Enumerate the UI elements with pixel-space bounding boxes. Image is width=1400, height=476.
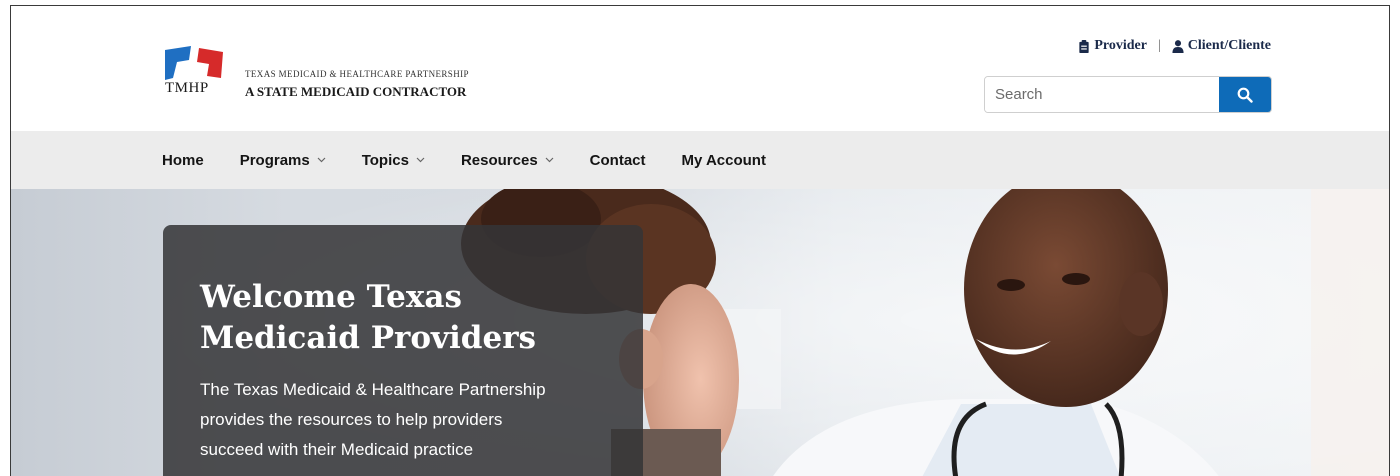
nav-item-label: Home [162, 151, 204, 169]
nav-item-programs[interactable]: Programs [240, 152, 326, 169]
provider-link-label: Provider [1094, 38, 1147, 53]
client-link[interactable]: Client/Cliente [1172, 38, 1271, 54]
hero-description: The Texas Medicaid & Healthcare Partners… [200, 375, 607, 465]
logo-abbreviation: TMHP [165, 80, 209, 96]
person-icon [1172, 39, 1184, 53]
search-input[interactable] [985, 77, 1219, 112]
search-icon [1237, 87, 1253, 103]
chevron-down-icon [545, 157, 554, 163]
tmhp-logo[interactable]: TMHP Texas Medicaid & Healthcare Partner… [163, 44, 533, 104]
hero-card: Welcome Texas Medicaid Providers The Tex… [163, 225, 643, 476]
client-link-label: Client/Cliente [1187, 38, 1271, 53]
hero-description-line: succeed with their Medicaid practice [200, 440, 474, 459]
nav-item-my-account[interactable]: My Account [682, 152, 766, 169]
clipboard-icon [1079, 39, 1089, 53]
main-nav: Home Programs Topics Resources Contact M… [11, 131, 1389, 189]
utility-links: Provider | Client/Cliente [1078, 38, 1271, 54]
site-header: TMHP Texas Medicaid & Healthcare Partner… [11, 6, 1389, 131]
nav-item-label: Resources [460, 151, 538, 169]
hero-description-line: provides the resources to help providers [200, 410, 503, 429]
nav-item-topics[interactable]: Topics [362, 152, 425, 169]
hero-title-line: Welcome Texas [200, 279, 462, 315]
nav-item-label: Contact [589, 151, 646, 169]
hero-description-line: The Texas Medicaid & Healthcare Partners… [200, 380, 546, 399]
utility-separator: | [1157, 38, 1161, 53]
hero-title: Welcome Texas Medicaid Providers [200, 277, 607, 359]
nav-item-label: Programs [239, 151, 310, 169]
hero-title-line: Medicaid Providers [200, 320, 536, 356]
nav-item-home[interactable]: Home [162, 152, 204, 169]
logo-tagline: Texas Medicaid & Healthcare Partnership [245, 69, 469, 79]
hero-banner: Welcome Texas Medicaid Providers The Tex… [11, 189, 1389, 476]
search-bar [984, 76, 1272, 113]
browser-frame: TMHP Texas Medicaid & Healthcare Partner… [10, 5, 1390, 476]
nav-item-label: My Account [681, 151, 766, 169]
search-button[interactable] [1219, 77, 1271, 112]
provider-link[interactable]: Provider [1078, 38, 1147, 54]
logo-subtitle: A STATE MEDICAID CONTRACTOR [245, 84, 467, 99]
chevron-down-icon [416, 157, 425, 163]
nav-item-contact[interactable]: Contact [590, 152, 646, 169]
nav-item-resources[interactable]: Resources [461, 152, 554, 169]
chevron-down-icon [317, 157, 326, 163]
nav-item-label: Topics [361, 151, 409, 169]
